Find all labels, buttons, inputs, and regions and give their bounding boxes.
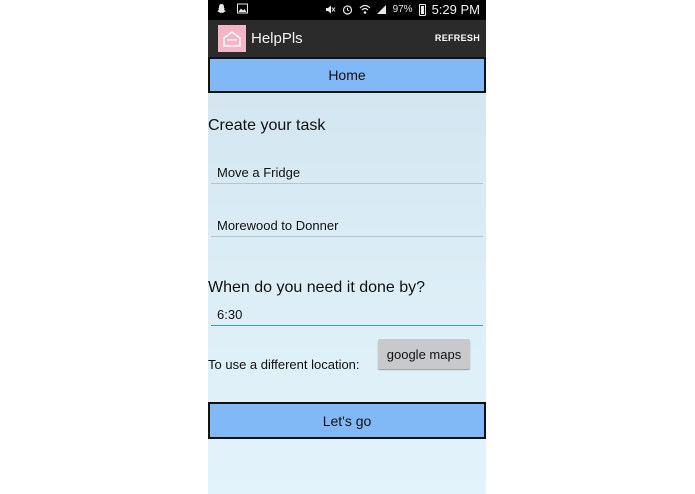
mute-icon [325,4,336,15]
snapchat-icon [216,3,227,14]
location-prompt-label: To use a different location: [208,357,360,372]
gallery-icon [237,3,248,14]
action-bar: HelpPls REFRESH [208,20,486,57]
deadline-time-input[interactable] [211,304,483,326]
signal-icon [376,4,387,15]
refresh-button[interactable]: REFRESH [435,33,480,43]
alarm-icon [342,4,353,15]
battery-icon [418,3,426,16]
status-bar: 97% 5:29 PM [208,0,486,20]
task-name-input[interactable] [211,162,483,184]
deadline-heading: When do you need it done by? [208,279,426,296]
app-title: HelpPls [251,30,303,47]
clock: 5:29 PM [431,2,480,17]
google-maps-button[interactable]: google maps [378,339,470,369]
create-task-heading: Create your task [208,117,326,134]
home-button[interactable]: Home [208,57,486,93]
phone-screen: 97% 5:29 PM HelpPls REFRESH Home Create … [208,0,486,494]
lets-go-button[interactable]: Let's go [208,402,486,439]
location-input[interactable] [211,215,483,237]
app-logo-icon [218,25,246,52]
battery-percent: 97% [392,4,413,15]
wifi-icon [359,4,370,15]
